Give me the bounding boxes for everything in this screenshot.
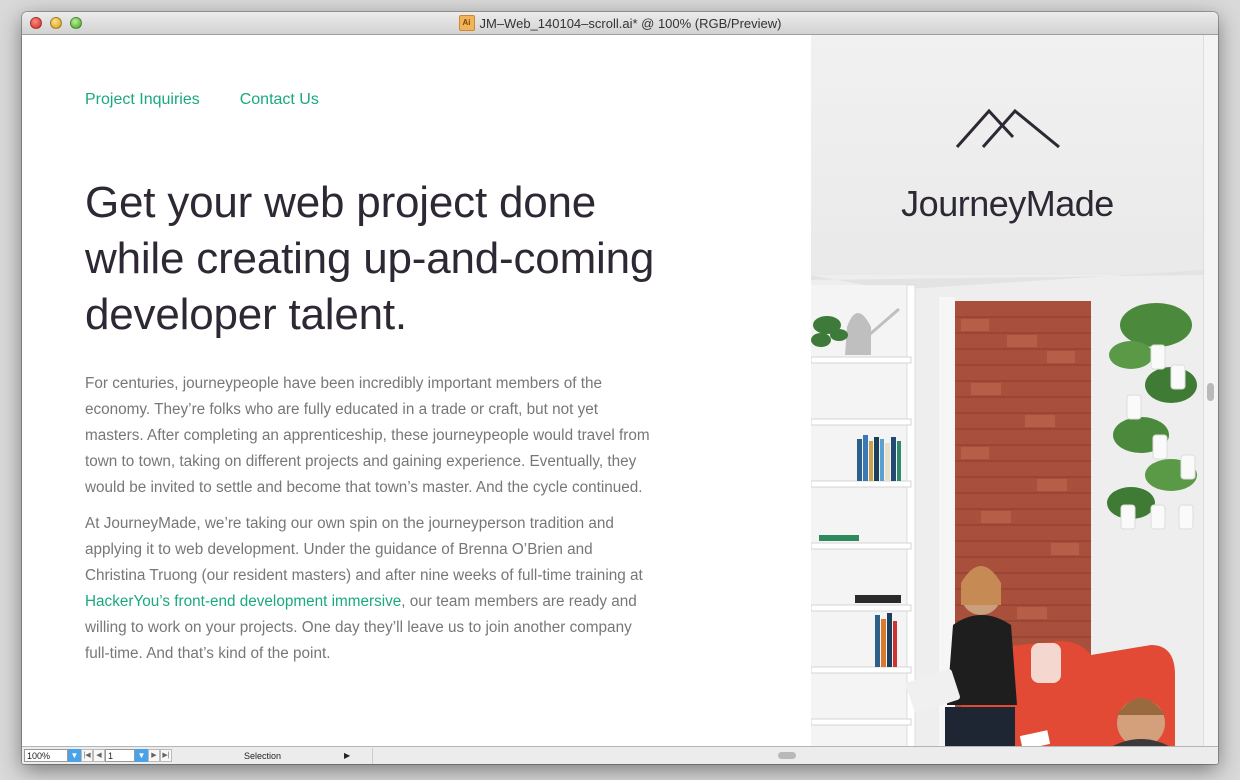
window-controls xyxy=(30,17,82,29)
nav-project-inquiries[interactable]: Project Inquiries xyxy=(85,91,200,109)
body-copy: For centuries, journeypeople have been i… xyxy=(85,371,650,677)
first-artboard-icon[interactable]: |◀ xyxy=(81,749,93,762)
artboard[interactable]: Project Inquiries Contact Us Get your we… xyxy=(22,35,1204,747)
top-nav: Project Inquiries Contact Us xyxy=(85,91,319,109)
last-artboard-icon[interactable]: ▶| xyxy=(160,749,172,762)
previous-artboard-icon[interactable]: ◀ xyxy=(93,749,105,762)
tool-menu-arrow-icon[interactable]: ▶ xyxy=(344,751,350,760)
nav-contact-us[interactable]: Contact Us xyxy=(240,91,319,109)
headline-line: developer talent. xyxy=(85,290,407,339)
status-bar: 100% ▼ |◀ ◀ 1 ▼ ▶ ▶| Selection ▶ xyxy=(22,746,1218,764)
hackeryou-link[interactable]: HackerYou’s front-end development immers… xyxy=(85,593,401,610)
window-title: JM–Web_140104–scroll.ai* @ 100% (RGB/Pre… xyxy=(479,15,782,31)
mountains-icon xyxy=(955,108,1060,149)
paragraph-2-start: At JourneyMade, we’re taking our own spi… xyxy=(85,515,643,584)
document-icon: Ai xyxy=(458,15,475,31)
next-artboard-icon[interactable]: ▶ xyxy=(148,749,160,762)
current-tool-label: Selection xyxy=(244,750,282,761)
paragraph-1: For centuries, journeypeople have been i… xyxy=(85,375,650,496)
logo-text: JourneyMade xyxy=(901,183,1114,224)
artboard-number-field[interactable]: 1 xyxy=(105,749,135,762)
vertical-scroll-thumb[interactable] xyxy=(1207,383,1214,401)
zoom-dropdown-icon[interactable]: ▼ xyxy=(68,749,81,762)
headline: Get your web project done while creating… xyxy=(85,175,685,343)
zoom-field[interactable]: 100% xyxy=(24,749,68,762)
paragraph-2: At JourneyMade, we’re taking our own spi… xyxy=(85,511,650,667)
vertical-scrollbar[interactable] xyxy=(1203,35,1218,747)
page-content: Project Inquiries Contact Us Get your we… xyxy=(22,35,811,747)
minimize-button[interactable] xyxy=(50,17,62,29)
horizontal-scrollbar[interactable] xyxy=(372,748,1218,764)
logo-mark xyxy=(811,105,1204,156)
hero-photo-panel: JourneyMade xyxy=(811,35,1204,747)
illustrator-window: Ai JM–Web_140104–scroll.ai* @ 100% (RGB/… xyxy=(22,12,1218,764)
horizontal-scroll-thumb[interactable] xyxy=(778,752,796,759)
zoom-button[interactable] xyxy=(70,17,82,29)
title-bar[interactable]: Ai JM–Web_140104–scroll.ai* @ 100% (RGB/… xyxy=(22,12,1218,35)
close-button[interactable] xyxy=(30,17,42,29)
headline-line: Get your web project done xyxy=(85,178,597,227)
headline-line: while creating up-and-coming xyxy=(85,234,655,283)
artboard-dropdown-icon[interactable]: ▼ xyxy=(135,749,148,762)
window-title-wrap: Ai JM–Web_140104–scroll.ai* @ 100% (RGB/… xyxy=(458,15,782,31)
